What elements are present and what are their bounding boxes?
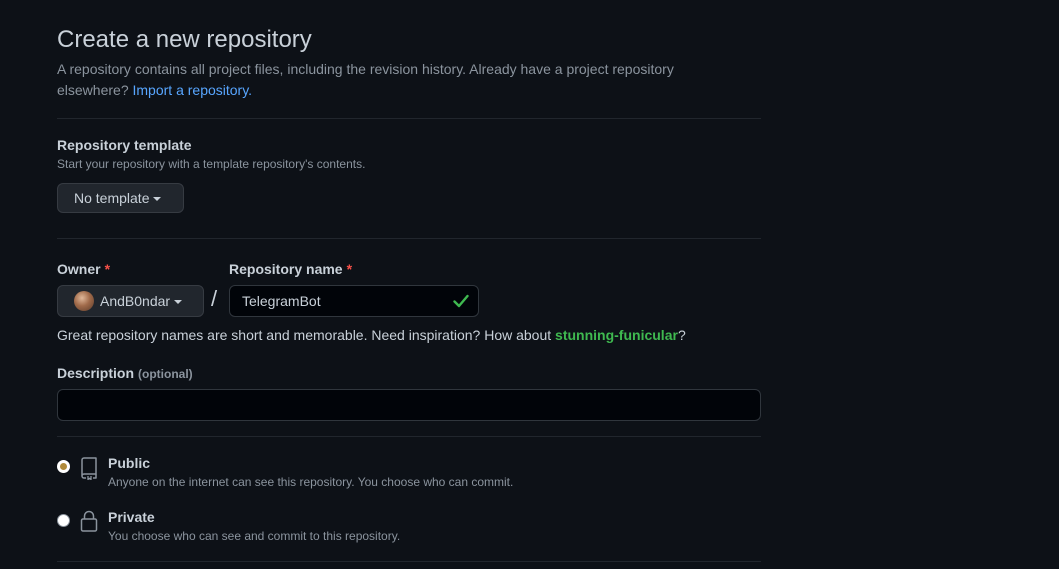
required-mark: * [346,261,353,277]
hint-text: Great repository names are short and mem… [57,327,552,343]
private-option-title: Private [108,509,155,525]
divider [57,238,761,239]
caret-down-icon [153,197,162,201]
public-radio[interactable] [57,460,70,473]
description-label: Description (optional) [57,365,193,381]
repo-name-input[interactable]: TelegramBot [229,285,479,317]
template-select-label: No template [74,190,150,206]
description-input[interactable] [57,389,761,421]
owner-value: AndB0ndar [100,293,171,309]
page-title: Create a new repository [57,26,312,53]
page: Create a new repository A repository con… [0,0,1059,569]
public-option-title: Public [108,455,151,471]
owner-label-text: Owner [57,261,101,277]
owner-select-button[interactable]: AndB0ndar [57,285,204,317]
template-description: Start your repository with a template re… [57,157,366,171]
public-option-description: Anyone on the internet can see this repo… [108,475,514,489]
template-select-button[interactable]: No template [57,183,184,213]
page-intro: A repository contains all project files,… [57,59,747,101]
divider [57,561,761,562]
name-suggestion-link[interactable]: stunning-funicular [555,327,678,343]
import-repository-link[interactable]: Import a repository. [133,82,253,98]
divider [57,118,761,119]
template-label: Repository template [57,137,192,153]
repo-name-value: TelegramBot [242,293,321,309]
repo-name-hint: Great repository names are short and mem… [57,327,686,343]
hint-suffix: ? [677,327,686,343]
repo-name-label: Repository name * [229,261,352,277]
description-label-text: Description [57,365,135,381]
lock-icon [80,510,98,532]
required-mark: * [104,261,111,277]
divider [57,436,761,437]
private-radio[interactable] [57,514,70,527]
private-option-description: You choose who can see and commit to thi… [108,529,401,543]
owner-label: Owner * [57,261,110,277]
check-icon [453,294,469,308]
repo-icon [81,457,97,480]
repo-name-label-text: Repository name [229,261,343,277]
caret-down-icon [174,300,183,304]
avatar [74,291,94,311]
owner-repo-separator: / [211,286,218,311]
optional-label: (optional) [138,367,193,381]
